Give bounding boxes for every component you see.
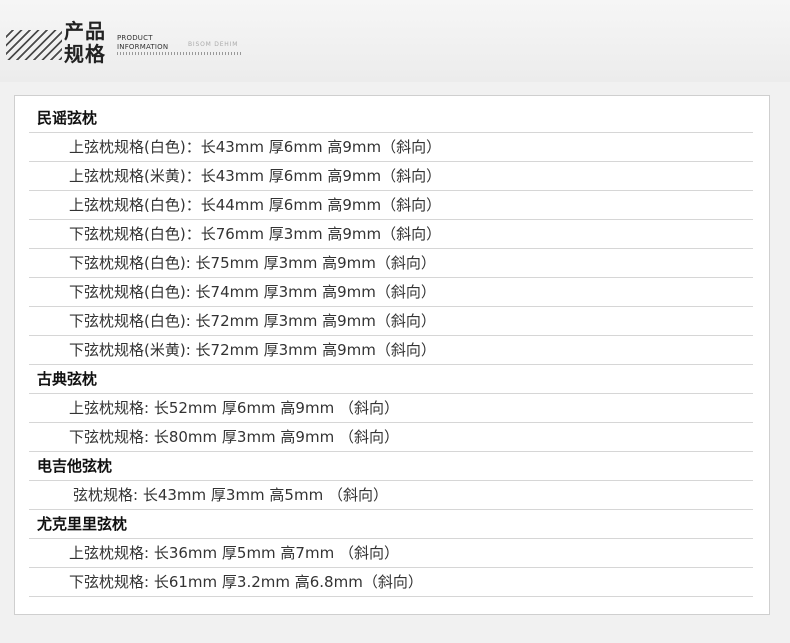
spec-row: 上弦枕规格: 长52mm 厚6mm 高9mm （斜向）: [29, 394, 753, 423]
spec-row: 下弦枕规格: 长61mm 厚3.2mm 高6.8mm（斜向）: [29, 568, 753, 597]
dotted-divider: [117, 52, 242, 55]
stripe-decoration: [6, 30, 62, 60]
page-subtitle: PRODUCT INFORMATION: [117, 34, 168, 52]
header-band: 产品 规格 PRODUCT INFORMATION BISOM DEHIM: [0, 0, 790, 82]
section-title: 尤克里里弦枕: [29, 510, 753, 539]
spec-panel: 民谣弦枕 上弦枕规格(白色)：长43mm 厚6mm 高9mm（斜向） 上弦枕规格…: [14, 95, 770, 615]
page-title: 产品 规格: [64, 20, 114, 66]
subtitle-line-2: INFORMATION: [117, 43, 169, 51]
spec-row: 上弦枕规格: 长36mm 厚5mm 高7mm （斜向）: [29, 539, 753, 568]
title-line-2: 规格: [64, 42, 106, 66]
spec-row: 下弦枕规格(白色)：长76mm 厚3mm 高9mm（斜向）: [29, 220, 753, 249]
spec-row: 上弦枕规格(米黄)：长43mm 厚6mm 高9mm（斜向）: [29, 162, 753, 191]
subtitle-line-1: PRODUCT: [117, 34, 153, 42]
section-title: 电吉他弦枕: [29, 452, 753, 481]
spec-row: 下弦枕规格(米黄): 长72mm 厚3mm 高9mm（斜向）: [29, 336, 753, 365]
spec-row: 下弦枕规格(白色): 长75mm 厚3mm 高9mm（斜向）: [29, 249, 753, 278]
section-title: 民谣弦枕: [29, 104, 753, 133]
spec-row: 弦枕规格: 长43mm 厚3mm 高5mm （斜向）: [29, 481, 753, 510]
spec-row: 上弦枕规格(白色)：长43mm 厚6mm 高9mm（斜向）: [29, 133, 753, 162]
spec-row: 下弦枕规格(白色): 长72mm 厚3mm 高9mm（斜向）: [29, 307, 753, 336]
spec-row: 下弦枕规格: 长80mm 厚3mm 高9mm （斜向）: [29, 423, 753, 452]
section-title: 古典弦枕: [29, 365, 753, 394]
spec-row: 下弦枕规格(白色): 长74mm 厚3mm 高9mm（斜向）: [29, 278, 753, 307]
spec-row: 上弦枕规格(白色)：长44mm 厚6mm 高9mm（斜向）: [29, 191, 753, 220]
spec-list: 民谣弦枕 上弦枕规格(白色)：长43mm 厚6mm 高9mm（斜向） 上弦枕规格…: [29, 104, 753, 597]
title-line-1: 产品: [64, 19, 106, 43]
brand-text: BISOM DEHIM: [188, 41, 239, 48]
